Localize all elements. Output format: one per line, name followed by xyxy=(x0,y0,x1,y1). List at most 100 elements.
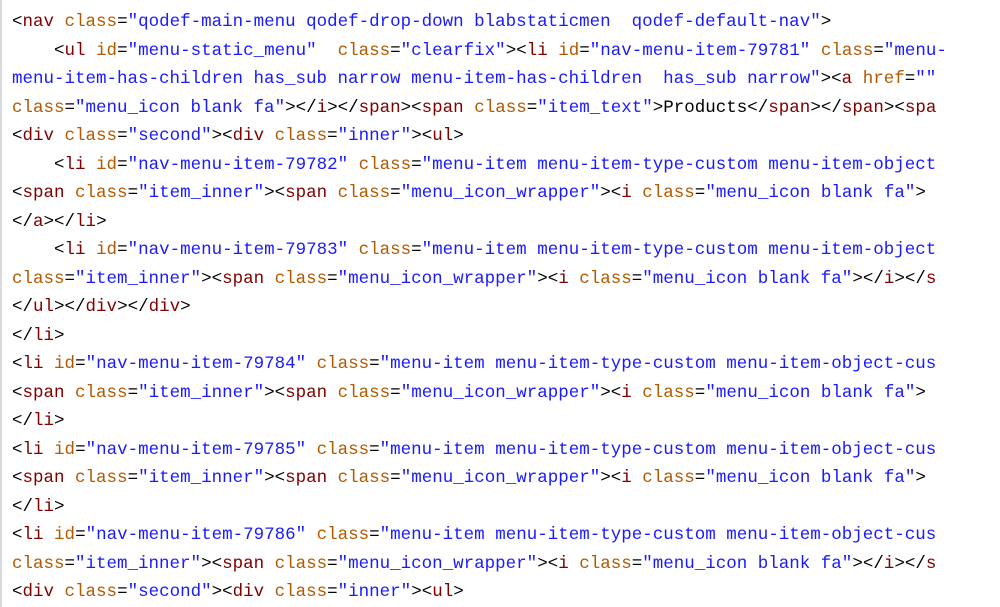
code-token: < xyxy=(12,468,23,488)
code-token: = xyxy=(75,440,86,460)
code-token xyxy=(327,383,338,403)
code-token: li xyxy=(23,354,44,374)
code-token: ></ xyxy=(54,297,86,317)
code-token: ul xyxy=(65,41,86,61)
code-token: class xyxy=(275,269,328,289)
code-token: id xyxy=(54,525,75,545)
code-token: ></ xyxy=(894,269,926,289)
code-token: > xyxy=(54,497,65,517)
code-token: span xyxy=(23,468,65,488)
code-token: li xyxy=(33,326,54,346)
code-token: = xyxy=(579,41,590,61)
code-token: li xyxy=(65,240,86,260)
code-token: = xyxy=(527,98,538,118)
code-token xyxy=(306,440,317,460)
code-token xyxy=(54,12,65,32)
code-token: > xyxy=(915,468,926,488)
code-token: "inner" xyxy=(338,582,412,602)
code-token xyxy=(810,41,821,61)
code-token: a xyxy=(842,69,853,89)
code-token xyxy=(86,155,97,175)
code-token: "menu_icon blank fa" xyxy=(642,269,852,289)
code-token: >< xyxy=(821,69,842,89)
code-token: li xyxy=(23,525,44,545)
code-token: span xyxy=(285,183,327,203)
code-token: >< xyxy=(264,383,285,403)
code-token xyxy=(264,554,275,574)
code-token: >< xyxy=(537,554,558,574)
code-token xyxy=(632,183,643,203)
code-token: "menu-item menu-item-type-custom menu-it… xyxy=(422,240,937,260)
code-token: = xyxy=(632,554,643,574)
code-token: div xyxy=(149,297,181,317)
code-token: "menu- xyxy=(884,41,947,61)
code-token: = xyxy=(390,41,401,61)
code-token: = xyxy=(128,468,139,488)
code-token: < xyxy=(12,12,23,32)
code-token: class xyxy=(579,554,632,574)
code-token: < xyxy=(12,582,23,602)
code-token: = xyxy=(75,525,86,545)
code-token: </ xyxy=(12,326,33,346)
code-token: class xyxy=(359,155,412,175)
code-token: > xyxy=(54,411,65,431)
code-token xyxy=(264,582,275,602)
code-token: li xyxy=(75,212,96,232)
code-token: id xyxy=(96,155,117,175)
code-token: "item_inner" xyxy=(138,183,264,203)
code-token: = xyxy=(117,126,128,146)
code-token xyxy=(54,582,65,602)
code-token: "second" xyxy=(128,126,212,146)
code-token: s xyxy=(926,554,937,574)
code-token: class xyxy=(65,12,118,32)
code-token: "second" xyxy=(128,582,212,602)
code-token: class xyxy=(338,383,391,403)
code-token: </ xyxy=(747,98,768,118)
code-token: "item_inner" xyxy=(138,383,264,403)
code-token: class xyxy=(12,269,65,289)
code-token: i xyxy=(621,183,632,203)
code-token: div xyxy=(23,582,55,602)
code-token xyxy=(65,468,76,488)
code-token: "nav-menu-item-79781" xyxy=(590,41,811,61)
code-token: = xyxy=(632,269,643,289)
code-token: class xyxy=(317,440,370,460)
code-token: = xyxy=(117,12,128,32)
code-token: class xyxy=(65,582,118,602)
code-token: span xyxy=(359,98,401,118)
code-token: "menu-item menu-item-type-custom menu-it… xyxy=(380,354,937,374)
code-token: > xyxy=(915,383,926,403)
code-token: ul xyxy=(33,297,54,317)
code-token: = xyxy=(411,240,422,260)
code-token: < xyxy=(12,525,23,545)
code-token: ></ xyxy=(44,212,76,232)
code-token: >< xyxy=(411,126,432,146)
code-token: >< xyxy=(212,126,233,146)
code-token: s xyxy=(926,269,937,289)
code-token: </ xyxy=(12,297,33,317)
code-token: ul xyxy=(432,126,453,146)
code-token: "menu_icon_wrapper" xyxy=(401,183,601,203)
code-token: class xyxy=(275,554,328,574)
code-token: = xyxy=(65,98,76,118)
code-token: < xyxy=(12,440,23,460)
code-token: >< xyxy=(264,183,285,203)
code-token: i xyxy=(558,554,569,574)
code-token: span xyxy=(768,98,810,118)
code-token: >< xyxy=(600,183,621,203)
code-token: id xyxy=(54,440,75,460)
code-token: = xyxy=(695,383,706,403)
code-token xyxy=(632,383,643,403)
code-token xyxy=(86,41,97,61)
code-token: = xyxy=(128,183,139,203)
code-token xyxy=(86,240,97,260)
code-token: class xyxy=(579,269,632,289)
code-token xyxy=(54,126,65,146)
code-token: class xyxy=(12,554,65,574)
code-token xyxy=(852,69,863,89)
source-code-view[interactable]: <nav class="qodef-main-menu qodef-drop-d… xyxy=(0,0,1000,607)
code-token: "menu-item menu-item-type-custom menu-it… xyxy=(380,525,937,545)
code-token: = xyxy=(128,383,139,403)
code-token: > xyxy=(915,183,926,203)
code-token: div xyxy=(23,126,55,146)
